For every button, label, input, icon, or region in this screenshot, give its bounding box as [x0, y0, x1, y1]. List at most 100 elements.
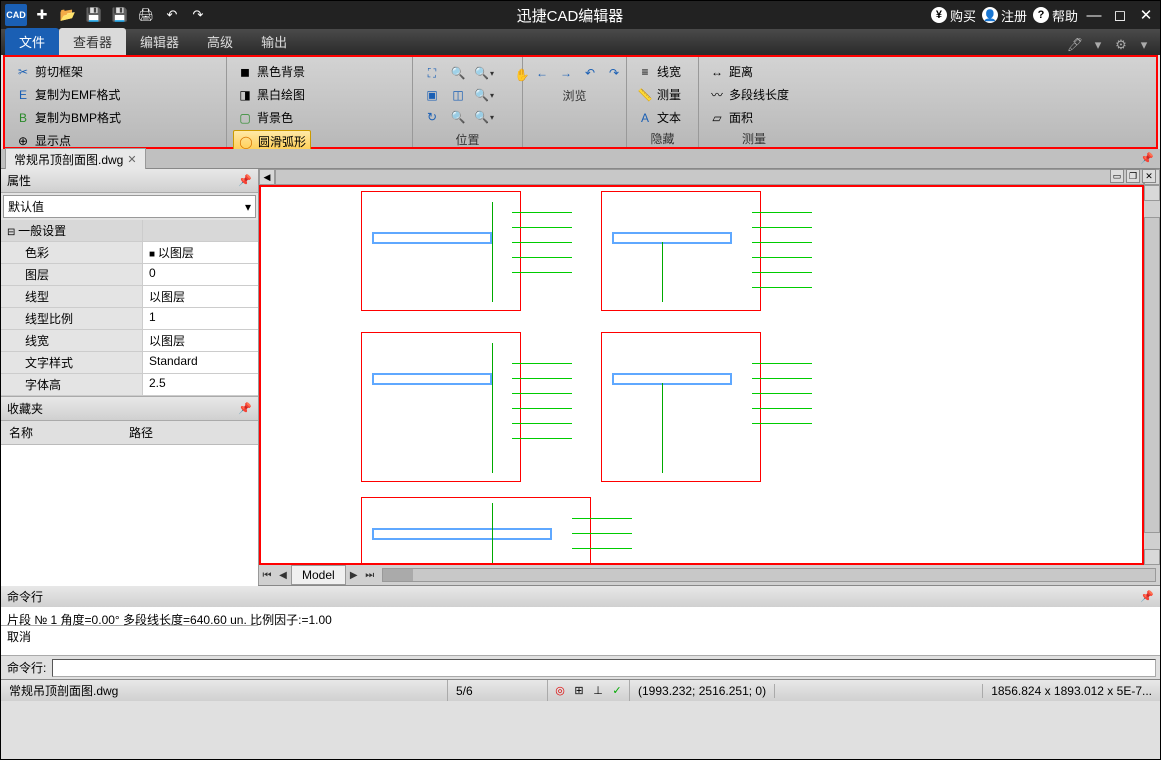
zoom-dropdown-2[interactable]: 🔍 [473, 85, 495, 105]
style-icon[interactable]: 🖊 [1065, 35, 1085, 55]
zoom-out-icon[interactable]: 🔍 [447, 107, 469, 127]
register-link[interactable]: 👤注册 [982, 6, 1027, 25]
new-icon[interactable]: ✚ [31, 4, 53, 26]
bw-draw-button[interactable]: ◨黑白绘图 [233, 84, 311, 105]
prop-row[interactable]: 线型比例1 [1, 308, 258, 330]
favorites-header: 收藏夹 📌 [1, 397, 258, 421]
prop-row[interactable]: 文字样式Standard [1, 352, 258, 374]
status-bar: 常规吊顶剖面图.dwg 5/6 ◎ ⊞ ⊥ ✓ (1993.232; 2516.… [1, 679, 1160, 701]
area-button[interactable]: ▱面积 [705, 107, 793, 128]
group-label-position: 位置 [419, 131, 516, 148]
status-toggles: ◎ ⊞ ⊥ ✓ [548, 680, 630, 701]
restore-icon[interactable]: ▭ [1110, 169, 1124, 183]
status-file: 常规吊顶剖面图.dwg [1, 680, 448, 701]
command-input[interactable] [52, 659, 1156, 677]
copy-emf-button[interactable]: E复制为EMF格式 [11, 84, 125, 105]
prop-row[interactable]: 图层0 [1, 264, 258, 286]
prop-row[interactable]: 色彩以图层 [1, 242, 258, 264]
prop-row[interactable]: 线宽以图层 [1, 330, 258, 352]
prop-group-general[interactable]: 一般设置 [1, 220, 258, 242]
chevron-down-icon-2[interactable]: ▾ [1134, 35, 1154, 55]
distance-button[interactable]: ↔距离 [705, 61, 793, 82]
cut-frame-button[interactable]: ✂剪切框架 [11, 61, 125, 82]
window-icon[interactable]: ▣ [421, 85, 443, 105]
zoom-in-icon[interactable]: 🔍 [447, 63, 469, 83]
model-tab[interactable]: Model [291, 565, 346, 585]
prop-row[interactable]: 线型以图层 [1, 286, 258, 308]
lineweight-button[interactable]: ≡线宽 [633, 61, 685, 82]
open-icon[interactable]: 📂 [57, 4, 79, 26]
properties-default-dropdown[interactable]: 默认值▾ [3, 195, 256, 218]
measure-button[interactable]: 📏测量 [633, 84, 685, 105]
status-coords: (1993.232; 2516.251; 0) [630, 684, 775, 698]
scroll-up-button[interactable] [1144, 185, 1160, 201]
pin-icon[interactable]: 📌 [1140, 152, 1154, 165]
close-canvas-icon[interactable]: ✕ [1142, 169, 1156, 183]
redo-icon[interactable]: ↷ [187, 4, 209, 26]
minimize-button[interactable]: — [1084, 5, 1104, 25]
first-icon[interactable]: ⏮ [259, 570, 275, 581]
next-page-icon[interactable]: ▶ [346, 570, 362, 581]
h-scrollbar-top[interactable] [275, 169, 1144, 185]
h-scrollbar-bottom[interactable] [382, 568, 1156, 582]
pin-icon[interactable]: 📌 [238, 402, 252, 415]
group-label-browse: 浏览 [529, 87, 620, 104]
bg-color-button[interactable]: ▢背景色 [233, 107, 311, 128]
rotate-right-icon[interactable]: ↷ [603, 63, 625, 83]
tab-file[interactable]: 文件 [5, 28, 59, 55]
snap-icon[interactable]: ◎ [552, 683, 568, 699]
pin-icon[interactable]: 📌 [1140, 590, 1154, 603]
text-button[interactable]: A文本 [633, 107, 685, 128]
tab-output[interactable]: 输出 [247, 28, 301, 55]
extents-icon[interactable]: ◫ [447, 85, 469, 105]
polar-icon[interactable]: ✓ [609, 683, 625, 699]
canvas-bottom-bar: ⏮ ◀ Model ▶ ⏭ [259, 565, 1160, 585]
buy-link[interactable]: ¥购买 [931, 6, 976, 25]
saveall-icon[interactable]: 💾 [109, 4, 131, 26]
pan-icon[interactable]: ✋ [511, 65, 533, 85]
properties-table: 一般设置 色彩以图层图层0线型以图层线型比例1线宽以图层文字样式Standard… [1, 220, 258, 396]
drawing-canvas[interactable] [259, 185, 1144, 565]
maximize-button[interactable]: ◻ [1110, 5, 1130, 25]
next-icon[interactable]: → [555, 63, 577, 83]
scroll-down-button[interactable] [1144, 549, 1160, 565]
v-scrollbar[interactable] [1144, 185, 1160, 565]
status-extents: 1856.824 x 1893.012 x 5E-7... [982, 684, 1160, 698]
last-icon[interactable]: ⏭ [362, 570, 378, 581]
copy-bmp-button[interactable]: B复制为BMP格式 [11, 107, 125, 128]
print-icon[interactable]: 🖨 [135, 4, 157, 26]
save-icon[interactable]: 💾 [83, 4, 105, 26]
title-bar: CAD ✚ 📂 💾 💾 🖨 ↶ ↷ 迅捷CAD编辑器 ¥购买 👤注册 ?帮助 —… [1, 1, 1160, 29]
col-path[interactable]: 路径 [121, 421, 161, 444]
zoom-dropdown-3[interactable]: 🔍 [473, 107, 495, 127]
zoom-dropdown-1[interactable]: 🔍 [473, 63, 495, 83]
scroll-left-button[interactable]: ◀ [259, 169, 275, 185]
pin-icon[interactable]: 📌 [238, 174, 252, 187]
ortho-icon[interactable]: ⊥ [590, 683, 606, 699]
prev-page-icon[interactable]: ◀ [275, 570, 291, 581]
maximize-canvas-icon[interactable]: ❐ [1126, 169, 1140, 183]
fit-icon[interactable]: ⛶ [421, 63, 443, 83]
rotate-left-icon[interactable]: ↶ [579, 63, 601, 83]
black-bg-button[interactable]: ◼黑色背景 [233, 61, 311, 82]
grid-icon[interactable]: ⊞ [571, 683, 587, 699]
tab-editor[interactable]: 编辑器 [126, 28, 193, 55]
polyline-len-button[interactable]: 〰多段线长度 [705, 84, 793, 105]
gear-icon[interactable]: ⚙ [1111, 35, 1131, 55]
canvas-area: ◀ ▶ ▭ ❐ ✕ [259, 169, 1160, 585]
col-name[interactable]: 名称 [1, 421, 121, 444]
prop-row[interactable]: 字体高2.5 [1, 374, 258, 396]
doc-tab[interactable]: 常规吊顶剖面图.dwg ✕ [5, 148, 146, 170]
menu-tabs: 文件 查看器 编辑器 高级 输出 🖊 ▾ ⚙ ▾ [1, 29, 1160, 55]
chevron-down-icon[interactable]: ▾ [1088, 35, 1108, 55]
tab-advanced[interactable]: 高级 [193, 28, 247, 55]
undo-icon[interactable]: ↶ [161, 4, 183, 26]
prev-icon[interactable]: ← [531, 63, 553, 83]
help-link[interactable]: ?帮助 [1033, 6, 1078, 25]
refresh-icon[interactable]: ↻ [421, 107, 443, 127]
group-label-measure: 测量 [705, 130, 803, 147]
favorites-columns: 名称 路径 [1, 421, 258, 445]
doc-close-icon[interactable]: ✕ [127, 153, 136, 166]
tab-viewer[interactable]: 查看器 [59, 28, 126, 55]
close-button[interactable]: ✕ [1136, 5, 1156, 25]
